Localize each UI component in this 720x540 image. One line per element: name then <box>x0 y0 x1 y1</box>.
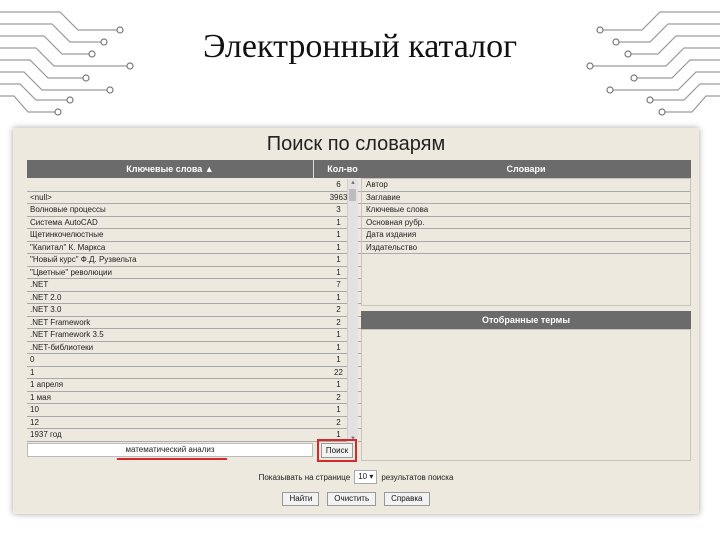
keyword-label: <null> <box>30 192 52 202</box>
keyword-label: "Капитал" К. Маркса <box>30 242 106 252</box>
keyword-row[interactable]: .NET 7 <box>27 279 361 292</box>
keyword-row[interactable]: .NET 2.0 1 <box>27 292 361 304</box>
keyword-label: .NET <box>30 280 49 289</box>
selected-terms-panel: Отобранные термы <box>361 311 691 461</box>
keywords-table-header: Ключевые слова ▲ Кол-во <box>27 160 371 178</box>
dictionary-item[interactable]: Автор <box>362 179 690 192</box>
keyword-row[interactable]: 1937 год 1 <box>27 429 361 442</box>
keyword-label: Система AutoCAD <box>30 217 98 227</box>
keyword-row[interactable]: .NET 3.0 2 <box>27 304 361 317</box>
action-buttons: Найти Очистить Справка <box>13 492 699 506</box>
page-size-control: Показывать на странице 10 ▾ результатов … <box>13 470 699 484</box>
dictionaries-panel: Словари Автор Заглавие Ключевые слова Основ… <box>361 160 691 306</box>
keyword-label: Щетинкочелюстные <box>30 230 104 239</box>
keyword-label: 1 апреля <box>30 380 64 389</box>
keyword-label: .NET-библиотеки <box>30 342 94 352</box>
keyword-row[interactable]: .NET-библиотеки 1 <box>27 342 361 354</box>
keyword-label: 10 <box>30 405 39 414</box>
dictionary-item[interactable]: Дата издания <box>362 229 690 242</box>
selected-terms-list <box>361 329 691 461</box>
keyword-row[interactable]: "Капитал" К. Маркса 1 <box>27 242 361 254</box>
keyword-row[interactable]: "Новый курс" Ф.Д. Рузвельта 1 <box>27 254 361 267</box>
dictionary-item[interactable]: Ключевые слова <box>362 204 690 217</box>
scroll-thumb[interactable] <box>349 189 356 201</box>
keywords-list: 6 <null> 3963 Волновые процессы 3 Система Aut… <box>27 179 361 443</box>
scroll-up-icon[interactable]: ▲ <box>348 179 358 187</box>
keyword-row[interactable]: 122 <box>27 367 361 379</box>
keyword-row[interactable]: 122 <box>27 417 361 429</box>
help-button[interactable]: Справка <box>384 492 430 506</box>
selected-terms-header: Отобранные термы <box>361 311 691 329</box>
dictionary-item[interactable]: Основная рубр. <box>362 217 690 229</box>
search-input[interactable]: математический анализ <box>27 443 313 457</box>
keyword-row[interactable]: 6 <box>27 179 361 192</box>
page-size-suffix: результатов поиска <box>381 472 454 482</box>
keyword-label: 1 мая <box>30 392 51 402</box>
keywords-scrollbar[interactable]: ▲ ▼ <box>347 179 358 443</box>
keywords-column-header[interactable]: Ключевые слова ▲ <box>27 160 314 178</box>
highlight-underline <box>117 458 227 460</box>
keyword-label: 1 <box>30 367 35 377</box>
find-button[interactable]: Найти <box>282 492 320 506</box>
dictionary-item[interactable]: Заглавие <box>362 192 690 204</box>
keyword-row[interactable]: <null> 3963 <box>27 192 361 204</box>
keyword-label: .NET Framework 3.5 <box>30 330 104 339</box>
keyword-label: 12 <box>30 417 39 427</box>
page-title: Поиск по словарям <box>266 133 446 155</box>
keyword-row[interactable]: .NET Framework 3.5 1 <box>27 329 361 342</box>
keyword-row[interactable]: 10 1 <box>27 404 361 417</box>
keyword-row[interactable]: "Цветные" революции 1 <box>27 267 361 279</box>
keyword-row[interactable]: Система AutoCAD 1 <box>27 217 361 229</box>
keyword-label: "Цветные" революции <box>30 267 112 277</box>
keyword-label: 1937 год <box>30 430 62 439</box>
keyword-row[interactable]: 1 апреля 1 <box>27 379 361 392</box>
dictionaries-header: Словари <box>361 160 691 178</box>
keyword-label: .NET 3.0 <box>30 305 62 314</box>
catalog-screenshot: Поиск по словарям Ключевые слова ▲ Кол-в… <box>13 128 699 514</box>
keyword-row[interactable]: 1 мая 2 <box>27 392 361 404</box>
page-size-label: Показывать на странице <box>258 472 351 482</box>
slide-title: Электронный каталог <box>202 28 518 65</box>
dictionaries-list: Автор Заглавие Ключевые слова Основная рубр… <box>361 178 691 306</box>
keyword-row[interactable]: Щетинкочелюстные 1 <box>27 229 361 242</box>
page-size-select[interactable]: 10 ▾ <box>354 470 378 484</box>
keyword-label: .NET 2.0 <box>30 292 62 302</box>
keyword-label: 0 <box>30 355 35 364</box>
keyword-label: .NET Framework <box>30 317 91 327</box>
clear-button[interactable]: Очистить <box>327 492 377 506</box>
keyword-label: "Новый курс" Ф.Д. Рузвельта <box>30 255 137 264</box>
dictionary-item[interactable]: Издательство <box>362 242 690 254</box>
keyword-label: Волновые процессы <box>30 205 106 214</box>
highlight-box <box>317 439 357 462</box>
keyword-row[interactable]: 01 <box>27 354 361 367</box>
keyword-label <box>27 179 316 191</box>
keyword-row[interactable]: Волновые процессы 3 <box>27 204 361 217</box>
keyword-row[interactable]: .NET Framework 2 <box>27 317 361 329</box>
